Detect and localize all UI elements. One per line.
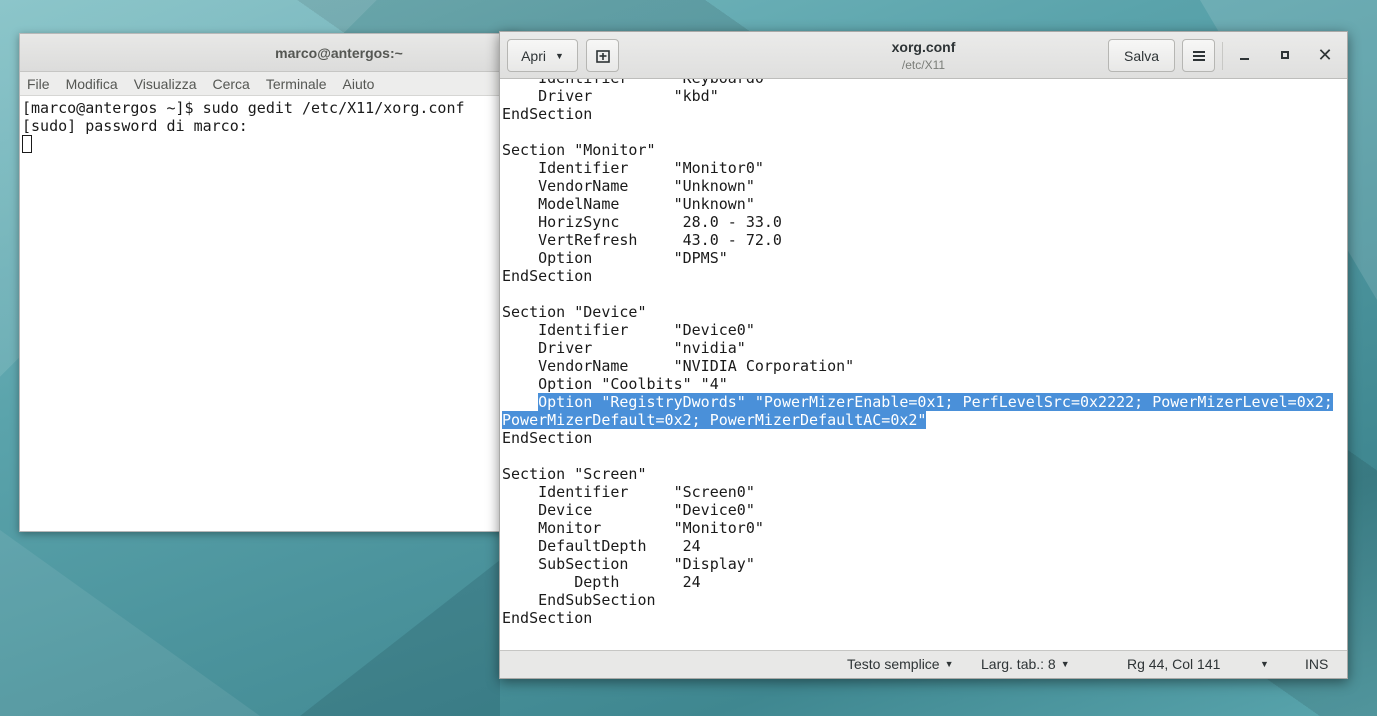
chevron-down-icon[interactable]: ▼ xyxy=(1260,656,1269,672)
insert-mode: INS xyxy=(1305,656,1329,672)
code-content[interactable]: Identifier "Keyboard0" Driver "kbd" EndS… xyxy=(502,79,1333,627)
selected-text[interactable]: Option "RegistryDwords" "PowerMizerEnabl… xyxy=(538,393,1333,411)
document-title: xorg.conf xyxy=(891,39,956,55)
close-button[interactable]: ✕ xyxy=(1315,44,1335,66)
hamburger-icon xyxy=(1192,50,1205,61)
terminal-window[interactable]: marco@antergos:~ File Modifica Visualizz… xyxy=(19,33,519,532)
gedit-headerbar[interactable]: Apri ▼ xorg.conf /etc/X11 Salva ✕ xyxy=(500,32,1347,79)
terminal-line: [sudo] password di marco: xyxy=(22,117,248,135)
code-line: Section "Device" xyxy=(502,303,647,321)
document-path: /etc/X11 xyxy=(901,58,946,72)
language-label: Testo semplice xyxy=(847,656,940,672)
selected-code-line: Option "RegistryDwords" "PowerMizerEnabl… xyxy=(502,393,1333,411)
terminal-line: [marco@antergos ~]$ sudo gedit /etc/X11/… xyxy=(22,99,465,117)
chevron-down-icon: ▼ xyxy=(944,659,954,669)
code-line: Identifier "Device0" xyxy=(502,321,755,339)
code-line: EndSection xyxy=(502,267,593,285)
menu-visualizza[interactable]: Visualizza xyxy=(134,76,197,92)
tab-width-selector[interactable]: Larg. tab.: 8 ▼ xyxy=(981,656,1070,672)
menu-aiuto[interactable]: Aiuto xyxy=(343,76,375,92)
chevron-down-icon: ▼ xyxy=(1060,659,1070,669)
code-line: Identifier "Monitor0" xyxy=(502,159,764,177)
tab-width-label: Larg. tab.: 8 xyxy=(981,656,1056,672)
close-icon: ✕ xyxy=(1317,44,1333,66)
terminal-output[interactable]: [marco@antergos ~]$ sudo gedit /etc/X11/… xyxy=(20,96,518,156)
code-line: EndSection xyxy=(502,429,593,447)
desktop-shape xyxy=(0,530,260,716)
menu-file[interactable]: File xyxy=(27,76,50,92)
code-line: SubSection "Display" xyxy=(502,555,755,573)
terminal-cursor xyxy=(22,135,32,153)
code-line: HorizSync 28.0 - 33.0 xyxy=(502,213,782,231)
maximize-icon xyxy=(1281,51,1289,59)
header-separator xyxy=(1222,42,1223,70)
menu-terminale[interactable]: Terminale xyxy=(266,76,327,92)
minimize-icon xyxy=(1239,58,1249,60)
code-line: VertRefresh 43.0 - 72.0 xyxy=(502,231,782,249)
code-line: EndSubSection xyxy=(502,591,656,609)
code-line: Device "Device0" xyxy=(502,501,755,519)
selected-text[interactable]: PowerMizerDefault=0x2; PowerMizerDefault… xyxy=(502,411,927,429)
code-line: DefaultDepth 24 xyxy=(502,537,701,555)
hamburger-menu-button[interactable] xyxy=(1182,39,1215,72)
code-line: Identifier "Keyboard0" xyxy=(502,79,1333,87)
code-line: VendorName "NVIDIA Corporation" xyxy=(502,357,855,375)
menu-modifica[interactable]: Modifica xyxy=(66,76,118,92)
cursor-position[interactable]: Rg 44, Col 141 xyxy=(1127,656,1220,672)
code-line: ModelName "Unknown" xyxy=(502,195,755,213)
language-selector[interactable]: Testo semplice ▼ xyxy=(847,656,954,672)
desktop-shape xyxy=(300,560,500,716)
save-button[interactable]: Salva xyxy=(1108,39,1175,72)
code-line: Section "Monitor" xyxy=(502,141,656,159)
code-line: Option "Coolbits" "4" xyxy=(502,375,728,393)
terminal-titlebar[interactable]: marco@antergos:~ xyxy=(20,34,518,72)
text-editor-area[interactable]: Identifier "Keyboard0" Driver "kbd" EndS… xyxy=(500,79,1347,651)
selected-code-line: PowerMizerDefault=0x2; PowerMizerDefault… xyxy=(502,411,1333,429)
code-line: Identifier "Screen0" xyxy=(502,483,755,501)
statusbar: Testo semplice ▼ Larg. tab.: 8 ▼ Rg 44, Co… xyxy=(500,650,1347,678)
code-line: VendorName "Unknown" xyxy=(502,177,755,195)
terminal-title: marco@antergos:~ xyxy=(275,44,403,61)
code-line: Driver "kbd" xyxy=(502,87,719,105)
code-line: Monitor "Monitor0" xyxy=(502,519,764,537)
gedit-window[interactable]: Apri ▼ xorg.conf /etc/X11 Salva ✕ Driver… xyxy=(499,31,1348,679)
code-line: Depth 24 xyxy=(502,573,701,591)
minimize-button[interactable] xyxy=(1234,45,1254,65)
code-line: Section "Screen" xyxy=(502,465,647,483)
code-line: EndSection xyxy=(502,105,593,123)
terminal-menubar: File Modifica Visualizza Cerca Terminale… xyxy=(20,72,518,96)
code-line: EndSection xyxy=(502,609,593,627)
maximize-button[interactable] xyxy=(1275,45,1295,65)
menu-cerca[interactable]: Cerca xyxy=(212,76,249,92)
code-line: Driver "nvidia" xyxy=(502,339,746,357)
code-line: Option "DPMS" xyxy=(502,249,728,267)
